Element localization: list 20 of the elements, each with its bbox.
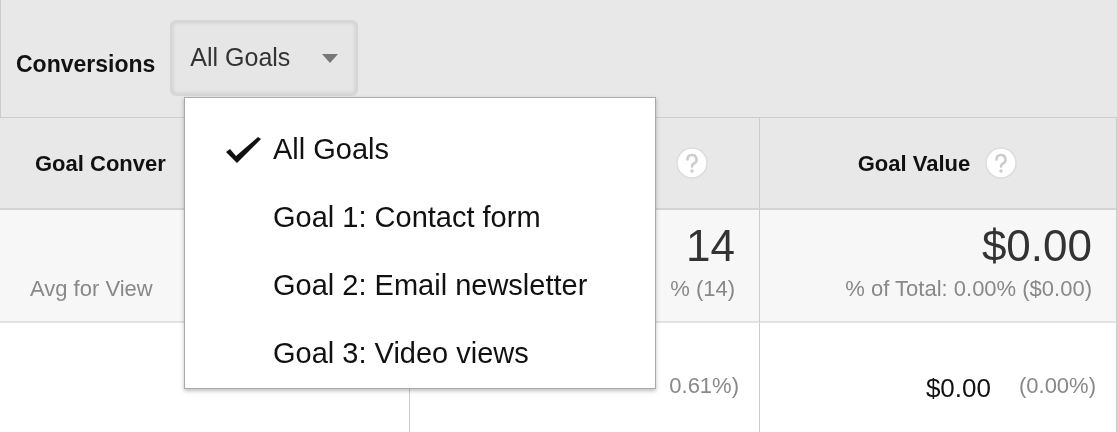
menu-item[interactable]: Goal 3: Video views: [185, 320, 655, 388]
checkmark-icon: [225, 136, 262, 164]
help-icon[interactable]: [984, 146, 1019, 180]
summary-note: Avg for View: [30, 275, 153, 303]
cell-value: $0.00: [925, 372, 991, 405]
cell-percent: (0.00%): [1018, 372, 1096, 400]
menu-item[interactable]: Goal 2: Email newsletter: [185, 252, 655, 320]
menu-item[interactable]: Goal 1: Contact form: [185, 184, 655, 252]
summary-note: % of Total: 0.00% ($0.00): [845, 275, 1092, 303]
goal-dropdown[interactable]: All Goals: [170, 20, 359, 96]
summary-note: % (14): [670, 275, 735, 303]
conversions-label: Conversions: [16, 50, 156, 79]
summary-value: 14: [686, 224, 735, 268]
menu-item[interactable]: All Goals: [185, 116, 655, 184]
column-title: Goal Value: [857, 149, 971, 178]
caret-icon: [322, 53, 339, 63]
summary-value: $0.00: [981, 224, 1092, 268]
column-title: Goal Conver: [35, 149, 166, 178]
cell-percent: 0.61%): [669, 372, 739, 400]
help-icon[interactable]: [675, 146, 709, 180]
